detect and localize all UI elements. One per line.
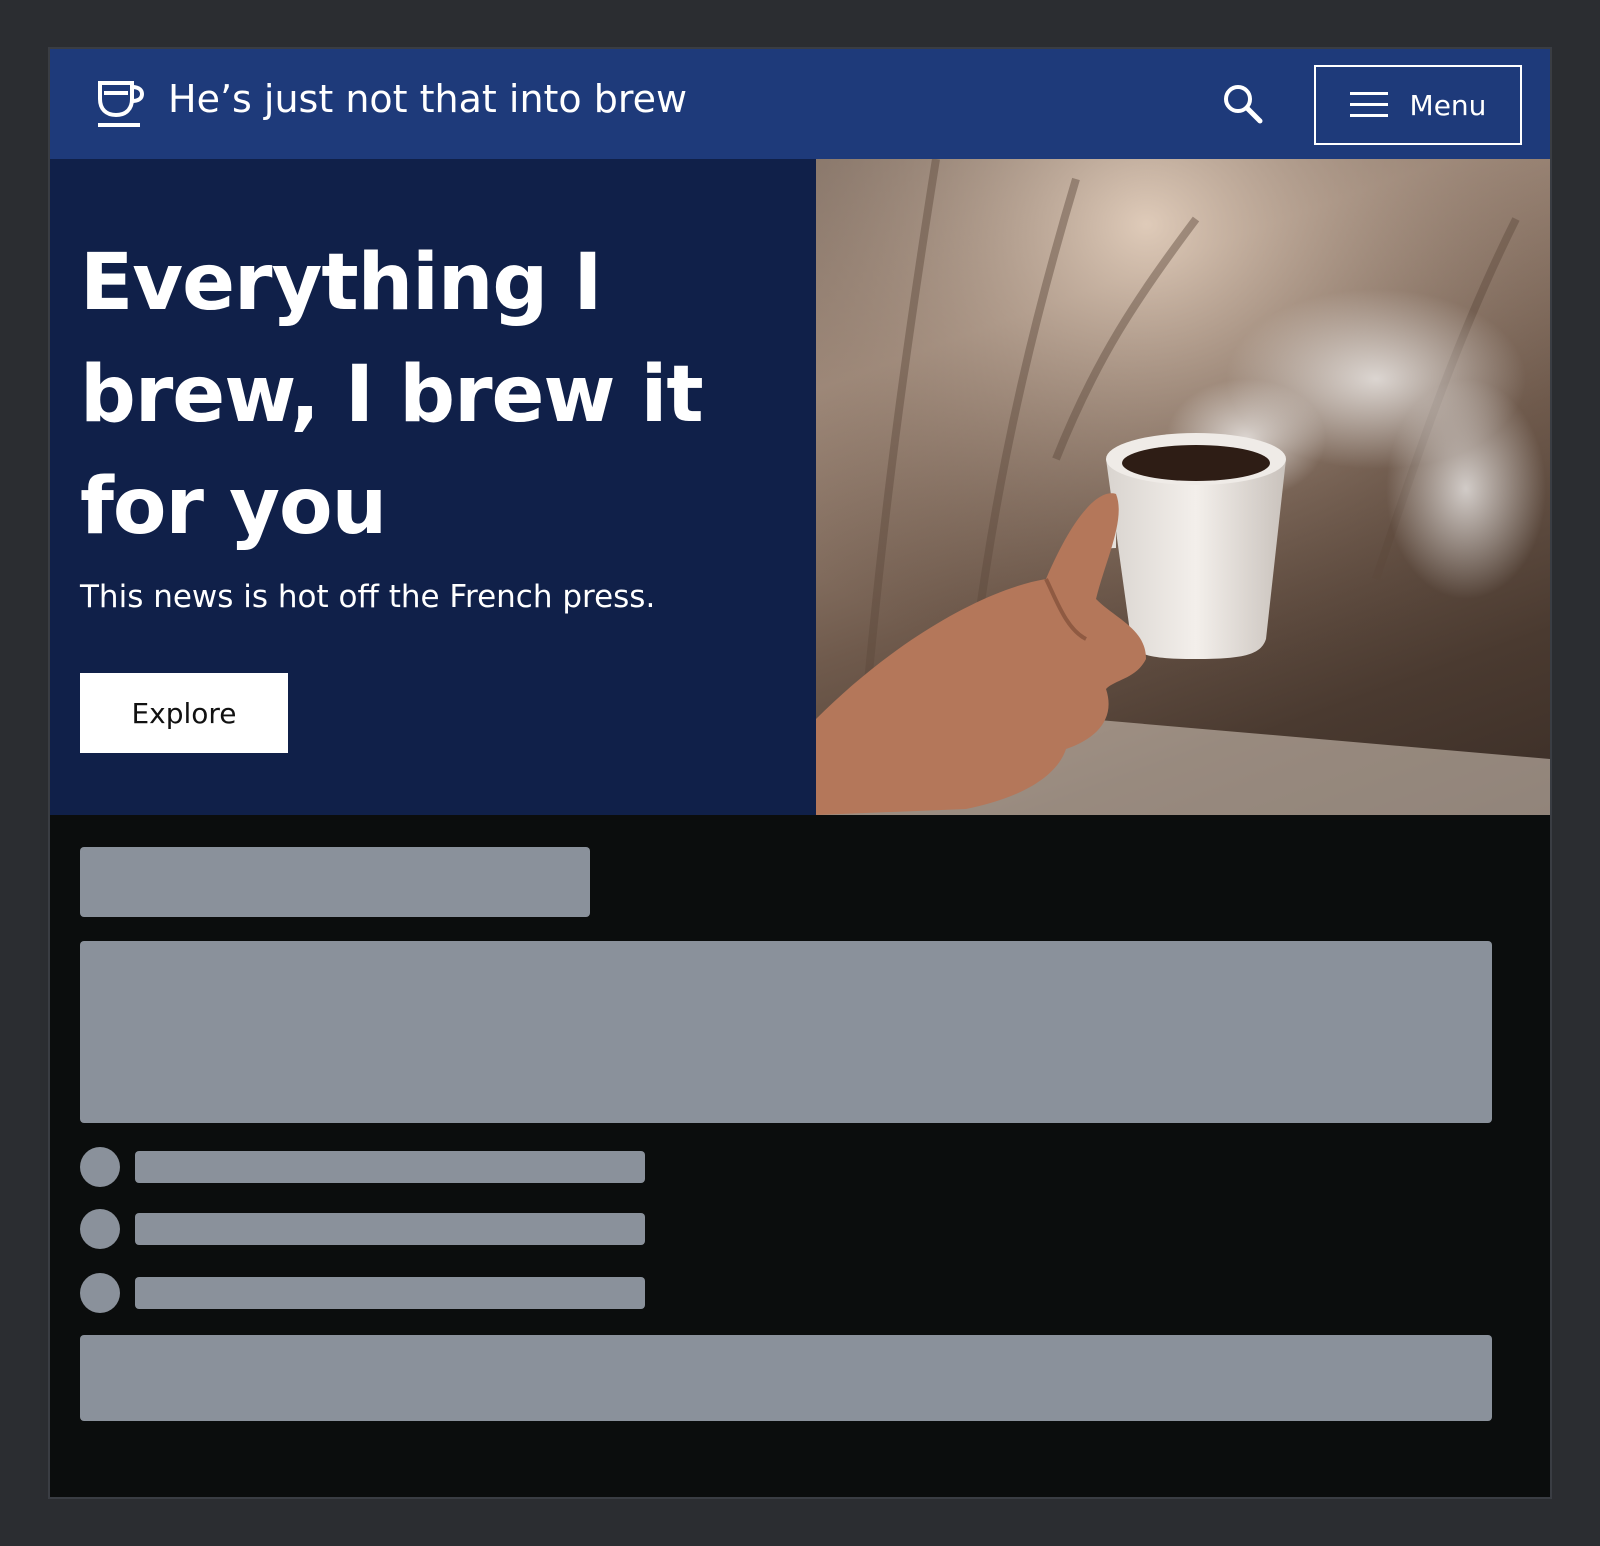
menu-button[interactable]: Menu xyxy=(1314,65,1522,145)
hero-text-panel: Everything I brew, I brew it for you Thi… xyxy=(50,159,816,815)
page-frame: He’s just not that into brew Menu Everyt… xyxy=(48,47,1552,1499)
explore-button[interactable]: Explore xyxy=(80,673,288,753)
hero-section: Everything I brew, I brew it for you Thi… xyxy=(50,159,1550,815)
skeleton-heading xyxy=(80,847,590,917)
hero-subtitle: This news is hot off the French press. xyxy=(80,579,656,615)
skeleton-bullet xyxy=(80,1147,120,1187)
site-title[interactable]: He’s just not that into brew xyxy=(168,77,687,121)
skeleton-line xyxy=(135,1151,645,1183)
site-header: He’s just not that into brew Menu xyxy=(50,49,1550,159)
hamburger-icon xyxy=(1349,92,1388,118)
search-icon[interactable] xyxy=(1220,81,1266,127)
skeleton-footer-bar xyxy=(80,1335,1492,1421)
skeleton-line xyxy=(135,1277,645,1309)
menu-label: Menu xyxy=(1409,88,1487,122)
skeleton-line xyxy=(135,1213,645,1245)
skeleton-bullet xyxy=(80,1209,120,1249)
coffee-cup-icon[interactable] xyxy=(94,79,146,129)
skeleton-block xyxy=(80,941,1492,1123)
hero-coffee-photo xyxy=(816,159,1550,815)
hero-title: Everything I brew, I brew it for you xyxy=(80,238,704,552)
skeleton-bullet xyxy=(80,1273,120,1313)
